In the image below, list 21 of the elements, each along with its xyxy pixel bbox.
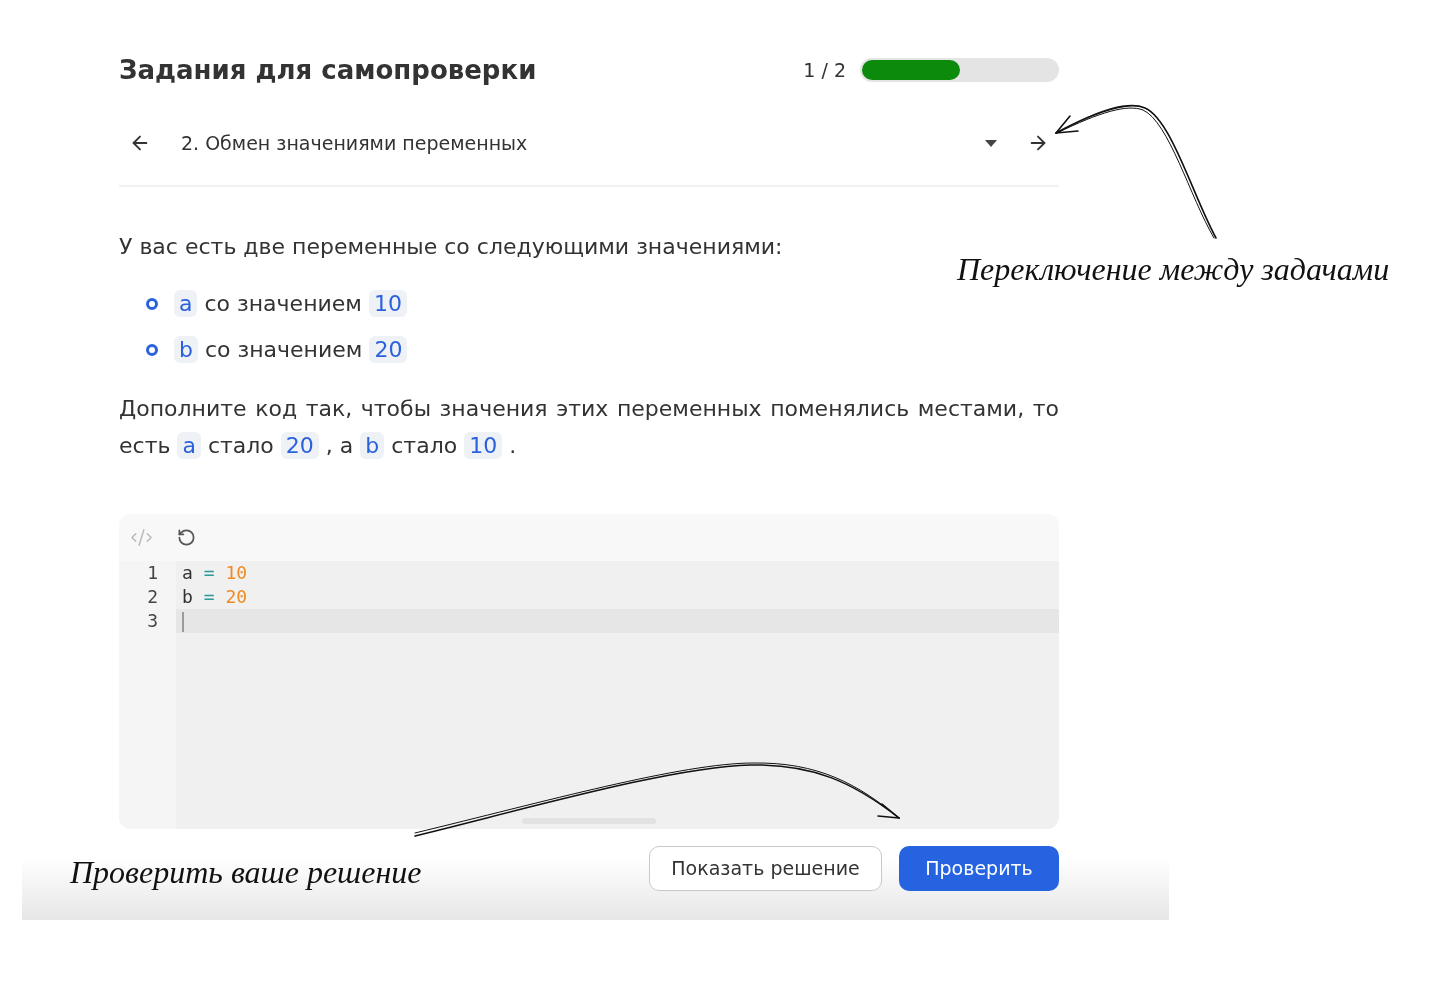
line-number: 3 — [146, 609, 159, 633]
variable-item-text: b со значением 20 — [174, 333, 408, 367]
text-cursor — [182, 612, 184, 632]
bullet-icon — [146, 344, 158, 356]
line-number: 1 — [146, 561, 159, 585]
code-line[interactable]: b = 20 — [176, 585, 1059, 609]
line-number: 2 — [146, 585, 159, 609]
progress-counter: 1 / 2 — [803, 58, 846, 82]
code-line[interactable]: a = 10 — [176, 561, 1059, 585]
annotation-text: Переключение между задачами — [957, 250, 1390, 288]
variable-item-text: a со значением 10 — [174, 287, 407, 321]
task-instruction-text: Дополните код так, чтобы значения этих переменных поменялись местами, то есть a стало 20 , а b стало 10 . — [119, 395, 1059, 461]
page-title: Задания для самопроверки — [119, 55, 537, 85]
annotation-text: Проверить ваше решение — [70, 853, 422, 891]
show-solution-button[interactable]: Показать решение — [649, 846, 882, 891]
bullet-icon — [146, 298, 158, 310]
task-select[interactable]: 2. Обмен значениями переменных — [181, 122, 1017, 164]
undo-icon[interactable] — [177, 528, 196, 547]
task-intro-text: У вас есть две переменные со следующими значениями: — [119, 233, 784, 261]
check-button[interactable]: Проверить — [899, 846, 1059, 891]
caret-icon — [985, 139, 997, 147]
